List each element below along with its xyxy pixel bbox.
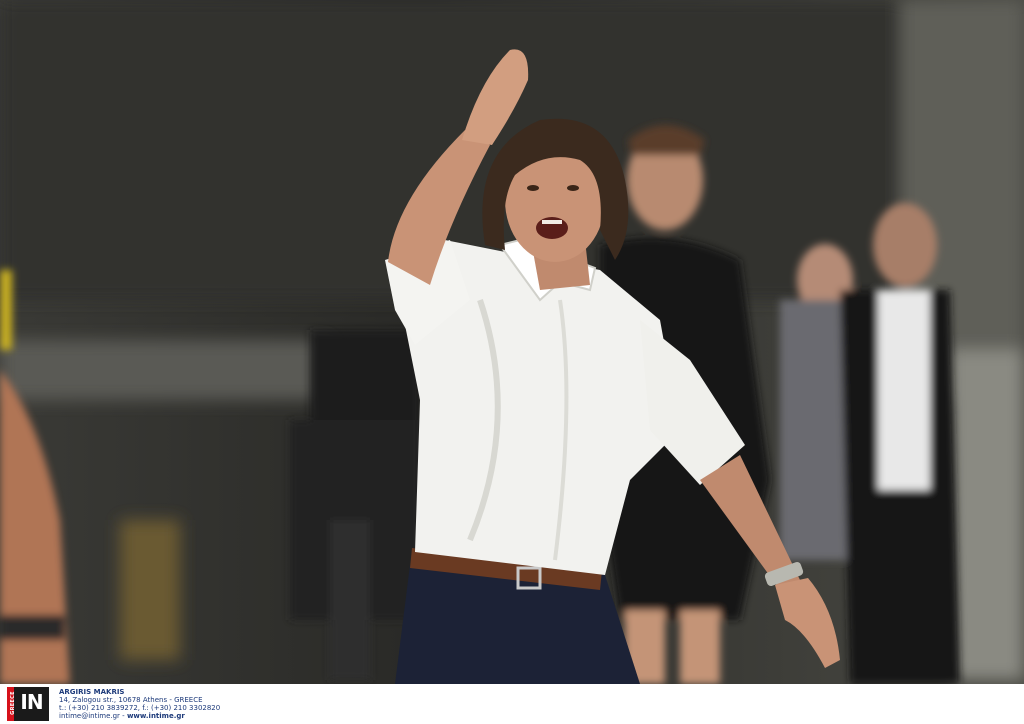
credit-text: ARGIRIS MAKRIS 14, Zalogou str., 10678 A… [59, 688, 220, 720]
agency-address: 14, Zalogou str., 10678 Athens - GREECE [59, 696, 203, 704]
logo-red-strip: GREECE [7, 687, 16, 721]
news-photo [0, 0, 1024, 684]
agency-phone: t.: (+30) 210 3839272, f.: (+30) 210 330… [59, 704, 221, 712]
photographer-name: ARGIRIS MAKRIS [59, 688, 125, 696]
agency-website: www.intime.gr [126, 712, 185, 720]
contact-separator: - [119, 712, 127, 720]
photo-scene [0, 0, 1024, 684]
photo-credit-bar: GREECE IN ARGIRIS MAKRIS 14, Zalogou str… [0, 684, 1024, 724]
intime-logo: GREECE IN [7, 687, 49, 721]
agency-email: intime@intime.gr [59, 712, 120, 720]
logo-text: IN [14, 687, 49, 721]
agency-contact: intime@intime.gr - www.intime.gr [59, 712, 220, 720]
